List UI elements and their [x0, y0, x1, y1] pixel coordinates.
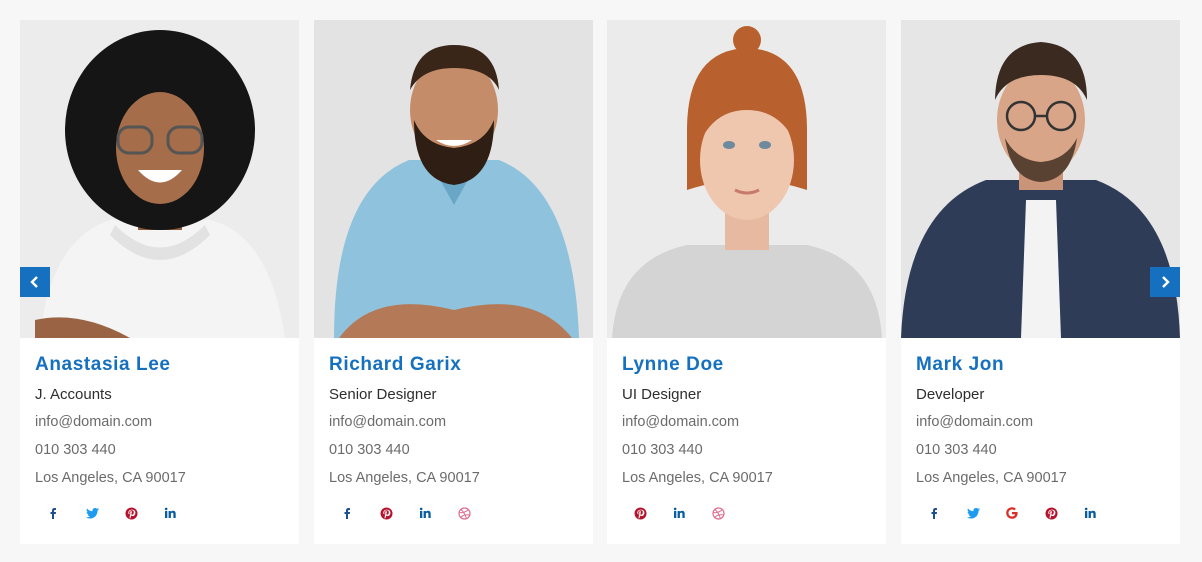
linkedin-icon[interactable] — [160, 503, 180, 523]
team-card: Anastasia Lee J. Accounts info@domain.co… — [20, 20, 299, 544]
twitter-icon[interactable] — [963, 503, 983, 523]
chevron-right-icon — [1162, 276, 1170, 288]
member-email: info@domain.com — [622, 414, 740, 430]
pinterest-icon[interactable] — [1041, 503, 1061, 523]
team-member-photo — [20, 20, 299, 338]
carousel-prev-button[interactable] — [20, 267, 50, 297]
team-member-photo — [314, 20, 593, 338]
social-links — [916, 503, 1165, 523]
member-email: info@domain.com — [329, 414, 447, 430]
pinterest-icon[interactable] — [121, 503, 141, 523]
team-member-photo — [901, 20, 1180, 338]
member-address: Los Angeles, CA 90017 — [622, 470, 773, 486]
carousel-next-button[interactable] — [1150, 267, 1180, 297]
team-card: Richard Garix Senior Designer info@domai… — [314, 20, 593, 544]
member-email: info@domain.com — [35, 414, 153, 430]
member-name: Richard Garix — [329, 354, 462, 375]
team-carousel: Anastasia Lee J. Accounts info@domain.co… — [20, 20, 1180, 544]
team-card: Mark Jon Developer info@domain.com 010 3… — [901, 20, 1180, 544]
twitter-icon[interactable] — [82, 503, 102, 523]
dribbble-icon[interactable] — [708, 503, 728, 523]
linkedin-icon[interactable] — [1080, 503, 1100, 523]
google-icon[interactable] — [1002, 503, 1022, 523]
pinterest-icon[interactable] — [630, 503, 650, 523]
member-role: Senior Designer — [329, 386, 437, 403]
member-phone: 010 303 440 — [916, 442, 997, 458]
member-name: Anastasia Lee — [35, 354, 171, 375]
member-phone: 010 303 440 — [329, 442, 410, 458]
member-address: Los Angeles, CA 90017 — [35, 470, 186, 486]
facebook-icon[interactable] — [924, 503, 944, 523]
social-links — [622, 503, 871, 523]
member-role: Developer — [916, 386, 985, 403]
pinterest-icon[interactable] — [376, 503, 396, 523]
social-links — [35, 503, 284, 523]
member-phone: 010 303 440 — [622, 442, 703, 458]
member-email: info@domain.com — [916, 414, 1034, 430]
member-name: Mark Jon — [916, 354, 1005, 375]
member-phone: 010 303 440 — [35, 442, 116, 458]
member-name: Lynne Doe — [622, 354, 724, 375]
linkedin-icon[interactable] — [415, 503, 435, 523]
facebook-icon[interactable] — [337, 503, 357, 523]
team-member-photo — [607, 20, 886, 338]
dribbble-icon[interactable] — [454, 503, 474, 523]
member-address: Los Angeles, CA 90017 — [329, 470, 480, 486]
chevron-left-icon — [30, 276, 38, 288]
social-links — [329, 503, 578, 523]
member-address: Los Angeles, CA 90017 — [916, 470, 1067, 486]
member-role: J. Accounts — [35, 386, 112, 403]
member-role: UI Designer — [622, 386, 702, 403]
facebook-icon[interactable] — [43, 503, 63, 523]
team-card: Lynne Doe UI Designer info@domain.com 01… — [607, 20, 886, 544]
linkedin-icon[interactable] — [669, 503, 689, 523]
